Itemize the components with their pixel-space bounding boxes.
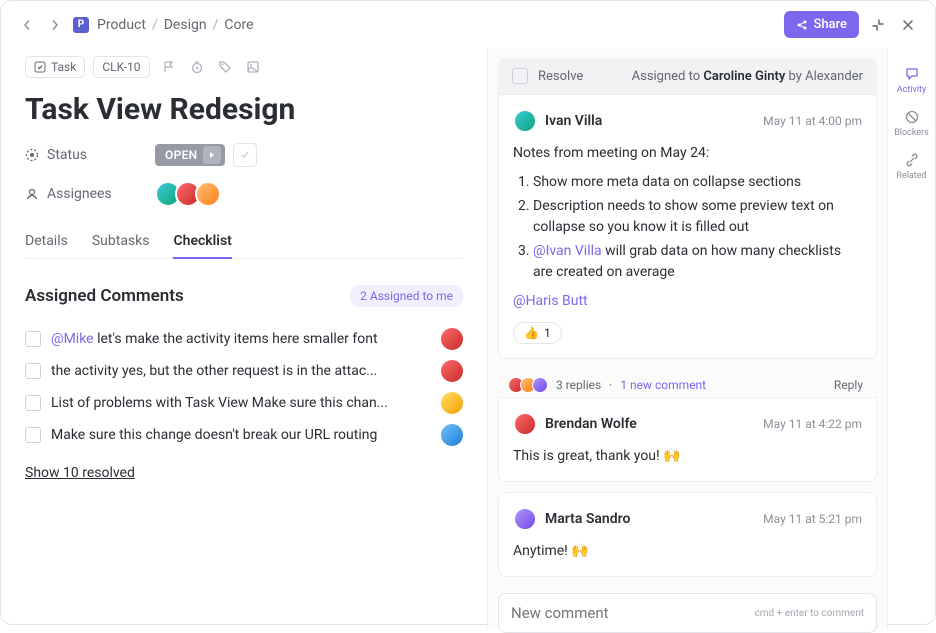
share-icon (796, 19, 808, 31)
avatar[interactable] (513, 507, 537, 531)
comment-checkbox[interactable] (25, 427, 41, 443)
reply-button[interactable]: Reply (834, 378, 863, 392)
link-icon (904, 152, 920, 168)
comment-text: @Mike let's make the activity items here… (51, 331, 431, 347)
activity-panel: Resolve Assigned to Caroline Ginty by Al… (487, 48, 887, 629)
sidebar-related[interactable]: Related (888, 146, 935, 187)
avatar[interactable] (441, 360, 463, 382)
task-icon (34, 61, 46, 73)
chat-icon (904, 66, 920, 82)
comment-card: Marta Sandro May 11 at 5:21 pm Anytime! 🙌 (498, 492, 877, 577)
avatar[interactable] (441, 424, 463, 446)
tab-checklist[interactable]: Checklist (173, 225, 231, 259)
breadcrumb[interactable]: Product / Design / Core (97, 17, 254, 33)
time-tracking-icon[interactable] (190, 60, 204, 74)
comment-checkbox[interactable] (25, 331, 41, 347)
avatar[interactable] (195, 181, 221, 207)
avatar[interactable] (513, 109, 537, 133)
comment-time: May 11 at 5:21 pm (763, 512, 862, 526)
collapse-icon[interactable] (867, 14, 889, 36)
blocked-icon (904, 109, 920, 125)
resolve-label[interactable]: Resolve (538, 69, 583, 84)
reaction-button[interactable]: 👍 1 (513, 322, 562, 344)
comment-row[interactable]: Make sure this change doesn't break our … (25, 419, 463, 451)
show-resolved-link[interactable]: Show 10 resolved (25, 465, 463, 481)
crumb-1[interactable]: Design (164, 17, 207, 33)
tab-details[interactable]: Details (25, 225, 68, 258)
comment-text: List of problems with Task View Make sur… (51, 395, 431, 411)
assignees-label: Assignees (25, 186, 155, 202)
status-label: Status (25, 147, 155, 163)
comment-checkbox[interactable] (25, 363, 41, 379)
status-next-icon[interactable] (203, 146, 221, 164)
comment-author[interactable]: Brendan Wolfe (545, 416, 637, 432)
avatar[interactable] (441, 328, 463, 350)
resolve-bar: Resolve Assigned to Caroline Ginty by Al… (498, 58, 877, 94)
right-sidebar: Activity Blockers Related (887, 48, 935, 629)
tabs: Details Subtasks Checklist (25, 225, 463, 259)
assignee-avatars[interactable] (155, 181, 221, 207)
comment-author[interactable]: Marta Sandro (545, 511, 630, 527)
image-icon[interactable] (246, 60, 260, 74)
sidebar-activity[interactable]: Activity (888, 60, 935, 101)
comment-card: Brendan Wolfe May 11 at 4:22 pm This is gr… (498, 397, 877, 482)
nav-forward-button[interactable] (45, 15, 65, 35)
crumb-2[interactable]: Core (224, 17, 253, 33)
comment-row[interactable]: List of problems with Task View Make sur… (25, 387, 463, 419)
status-icon (25, 148, 39, 162)
comment-author[interactable]: Ivan Villa (545, 113, 602, 129)
comment-time: May 11 at 4:00 pm (763, 114, 862, 128)
crumb-0[interactable]: Product (97, 17, 146, 33)
assigned-to-me-badge[interactable]: 2 Assigned to me (350, 285, 463, 307)
comment-card: Ivan Villa May 11 at 4:00 pm Notes from me… (498, 94, 877, 359)
comment-body: Notes from meeting on May 24:Show more m… (513, 143, 862, 312)
comment-time: May 11 at 4:22 pm (763, 417, 862, 431)
tag-icon[interactable] (218, 60, 232, 74)
project-icon: P (73, 17, 89, 33)
comment-text: Make sure this change doesn't break our … (51, 427, 431, 443)
comment-checkbox[interactable] (25, 395, 41, 411)
sidebar-blockers[interactable]: Blockers (888, 103, 935, 144)
share-button[interactable]: Share (784, 11, 859, 38)
comment-input[interactable] (511, 604, 755, 622)
complete-button[interactable] (233, 143, 257, 167)
status-value[interactable]: OPEN (155, 144, 225, 166)
tab-subtasks[interactable]: Subtasks (92, 225, 150, 258)
composer-hint: cmd + enter to comment (755, 608, 864, 619)
avatar[interactable] (441, 392, 463, 414)
comment-body: Anytime! 🙌 (513, 541, 862, 562)
comment-row[interactable]: @Mike let's make the activity items here… (25, 323, 463, 355)
task-type-chip[interactable]: Task (25, 56, 85, 78)
topbar: P Product / Design / Core Share (1, 1, 935, 48)
comment-row[interactable]: the activity yes, but the other request … (25, 355, 463, 387)
assigned-comments-title: Assigned Comments (25, 286, 184, 306)
new-comment-link[interactable]: 1 new comment (620, 378, 706, 392)
avatar[interactable] (513, 412, 537, 436)
task-detail-panel: Task CLK-10 Task View Redesign Status OP… (1, 48, 487, 629)
task-title[interactable]: Task View Redesign (25, 92, 463, 127)
comment-composer[interactable]: cmd + enter to comment (498, 593, 877, 633)
assigned-to-text: Assigned to Caroline Ginty by Alexander (632, 69, 863, 84)
comment-body: This is great, thank you! 🙌 (513, 446, 862, 467)
flag-icon[interactable] (162, 60, 176, 74)
resolve-checkbox[interactable] (512, 68, 528, 84)
comment-text: the activity yes, but the other request … (51, 363, 431, 379)
nav-back-button[interactable] (17, 15, 37, 35)
replies-row: 3 replies·1 new commentReply (498, 369, 877, 397)
task-id-chip[interactable]: CLK-10 (93, 56, 149, 78)
person-icon (25, 187, 39, 201)
reply-count[interactable]: 3 replies (556, 378, 601, 392)
close-icon[interactable] (897, 14, 919, 36)
